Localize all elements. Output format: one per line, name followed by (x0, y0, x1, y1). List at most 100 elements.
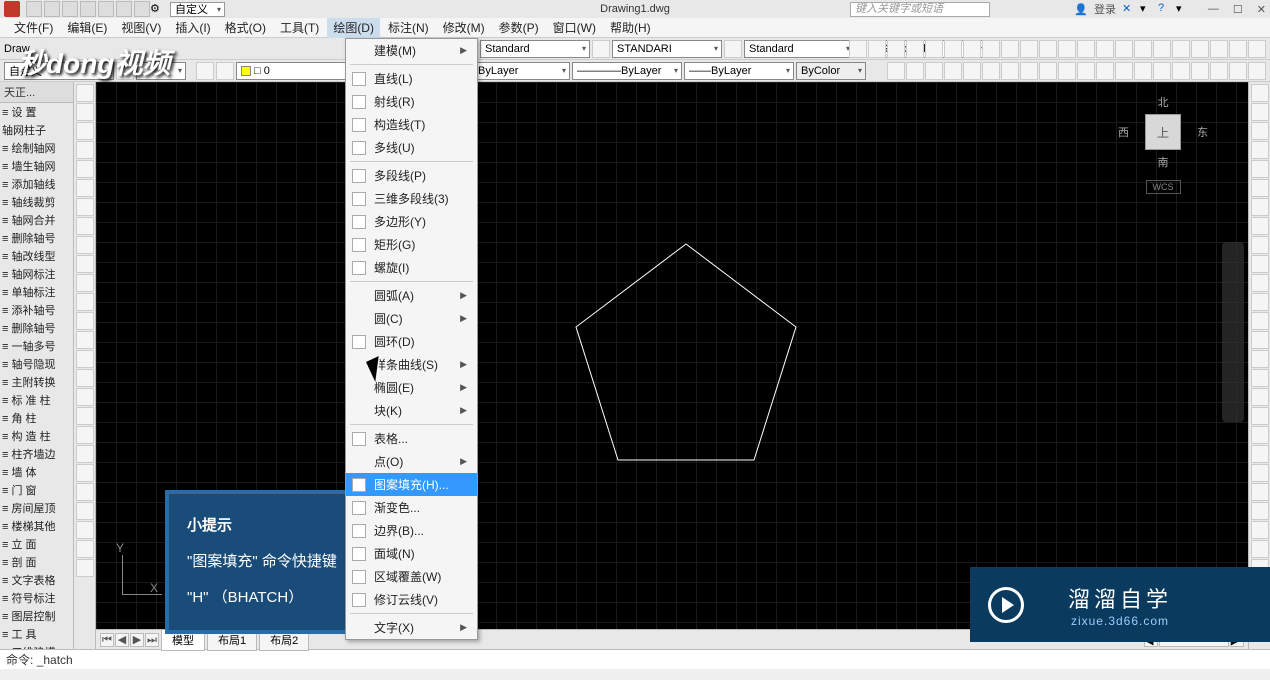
vtb-icon[interactable] (76, 521, 94, 539)
vtb-icon[interactable] (1251, 103, 1269, 121)
menu-item[interactable]: 多线(U) (346, 136, 477, 159)
tb-icon[interactable] (1229, 40, 1247, 58)
tb-icon[interactable] (1191, 62, 1209, 80)
tb-icon[interactable] (724, 40, 742, 58)
qat-saveas-icon[interactable] (80, 1, 96, 17)
vtb-icon[interactable] (1251, 293, 1269, 311)
tb-icon[interactable] (1115, 62, 1133, 80)
tb-icon[interactable] (868, 40, 886, 58)
tb-icon[interactable] (887, 40, 905, 58)
user-icon[interactable]: 👤 (1074, 3, 1088, 16)
list-item[interactable]: ≡ 删除轴号 (0, 229, 73, 247)
qat-plot-icon[interactable] (98, 1, 114, 17)
tb-icon[interactable] (925, 40, 943, 58)
tb-icon[interactable] (1134, 62, 1152, 80)
lineweight-combo[interactable]: —— ByLayer (684, 62, 794, 80)
vtb-icon[interactable] (1251, 483, 1269, 501)
vtb-icon[interactable] (76, 369, 94, 387)
menu-item[interactable]: 多段线(P) (346, 164, 477, 187)
vtb-icon[interactable] (76, 217, 94, 235)
dropdown-icon[interactable]: ▾ (1140, 2, 1154, 16)
list-item[interactable]: ≡ 添补轴号 (0, 301, 73, 319)
list-item[interactable]: ≡ 轴网标注 (0, 265, 73, 283)
vtb-icon[interactable] (76, 293, 94, 311)
menu-item[interactable]: 修订云线(V) (346, 588, 477, 611)
vtb-icon[interactable] (76, 350, 94, 368)
list-item[interactable]: ≡ 剖 面 (0, 553, 73, 571)
gear-icon[interactable]: ⚙ (150, 2, 164, 16)
vtb-icon[interactable] (1251, 388, 1269, 406)
vtb-icon[interactable] (76, 274, 94, 292)
list-item[interactable]: ≡ 角 柱 (0, 409, 73, 427)
tb-icon[interactable] (1153, 40, 1171, 58)
list-item[interactable]: ≡ 符号标注 (0, 589, 73, 607)
viewcube[interactable]: 北 西 上 东 南 WCS (1118, 94, 1208, 194)
menu-item[interactable]: 建模(M)▶ (346, 39, 477, 62)
tb-icon[interactable] (925, 62, 943, 80)
menu-4[interactable]: 格式(O) (219, 17, 272, 38)
textstyle-combo[interactable]: Standard (480, 40, 590, 58)
menu-item[interactable]: 构造线(T) (346, 113, 477, 136)
list-item[interactable]: ≡ 门 窗 (0, 481, 73, 499)
menu-11[interactable]: 帮助(H) (604, 17, 657, 38)
dimstyle-combo[interactable]: STANDARI (612, 40, 722, 58)
vtb-icon[interactable] (76, 388, 94, 406)
list-item[interactable]: ≡ 文字表格 (0, 571, 73, 589)
close-button[interactable]: ✕ (1257, 3, 1266, 16)
vtb-icon[interactable] (76, 160, 94, 178)
login-link[interactable]: 登录 (1094, 1, 1116, 17)
linetype-combo[interactable]: ———— ByLayer (572, 62, 682, 80)
menu-item[interactable]: 点(O)▶ (346, 450, 477, 473)
workspace-combo[interactable]: 自定义 (170, 2, 225, 17)
tb-icon[interactable] (1077, 40, 1095, 58)
tb-icon[interactable] (1058, 40, 1076, 58)
menu-item[interactable]: 圆弧(A)▶ (346, 284, 477, 307)
tb-icon[interactable] (1172, 40, 1190, 58)
list-item[interactable]: ≡ 单轴标注 (0, 283, 73, 301)
vtb-icon[interactable] (1251, 521, 1269, 539)
vtb-icon[interactable] (1251, 141, 1269, 159)
command-line[interactable]: 命令: _hatch (0, 649, 1270, 669)
qat-save-icon[interactable] (62, 1, 78, 17)
vtb-icon[interactable] (1251, 331, 1269, 349)
list-item[interactable]: ≡ 轴改线型 (0, 247, 73, 265)
menu-item[interactable]: 螺旋(I) (346, 256, 477, 279)
menu-item[interactable]: 区域覆盖(W) (346, 565, 477, 588)
tb-icon[interactable] (1001, 40, 1019, 58)
vtb-icon[interactable] (76, 255, 94, 273)
tb-icon[interactable] (1229, 62, 1247, 80)
menu-item[interactable]: 矩形(G) (346, 233, 477, 256)
tb-icon[interactable] (1134, 40, 1152, 58)
list-item[interactable]: ≡ 删除轴号 (0, 319, 73, 337)
wcs-label[interactable]: WCS (1146, 180, 1181, 194)
vtb-icon[interactable] (76, 502, 94, 520)
menu-item[interactable]: 样条曲线(S)▶ (346, 353, 477, 376)
menu-item[interactable]: 射线(R) (346, 90, 477, 113)
menu-2[interactable]: 视图(V) (115, 17, 167, 38)
layer-btn-icon[interactable] (196, 62, 214, 80)
tb-icon[interactable] (1039, 40, 1057, 58)
menu-item[interactable]: 多边形(Y) (346, 210, 477, 233)
maximize-button[interactable]: ☐ (1233, 3, 1243, 16)
exchange-icon[interactable]: ✕ (1122, 2, 1136, 16)
tab-first-icon[interactable]: ⏮ (100, 633, 114, 647)
minimize-button[interactable]: — (1208, 3, 1219, 16)
menu-5[interactable]: 工具(T) (274, 17, 325, 38)
tb-icon[interactable] (1020, 62, 1038, 80)
vtb-icon[interactable] (1251, 369, 1269, 387)
menu-10[interactable]: 窗口(W) (547, 17, 602, 38)
vtb-icon[interactable] (1251, 445, 1269, 463)
tb-icon[interactable] (906, 40, 924, 58)
list-item[interactable]: ≡ 房间屋顶 (0, 499, 73, 517)
menu-7[interactable]: 标注(N) (382, 17, 435, 38)
menu-item[interactable]: 边界(B)... (346, 519, 477, 542)
vtb-icon[interactable] (1251, 407, 1269, 425)
list-group[interactable]: ≡ 设 置 (0, 103, 73, 121)
tb-icon[interactable] (592, 40, 610, 58)
vtb-icon[interactable] (1251, 179, 1269, 197)
qat-new-icon[interactable] (26, 1, 42, 17)
vtb-icon[interactable] (1251, 312, 1269, 330)
menu-9[interactable]: 参数(P) (493, 17, 545, 38)
tb-icon[interactable] (887, 62, 905, 80)
tb-icon[interactable] (849, 40, 867, 58)
